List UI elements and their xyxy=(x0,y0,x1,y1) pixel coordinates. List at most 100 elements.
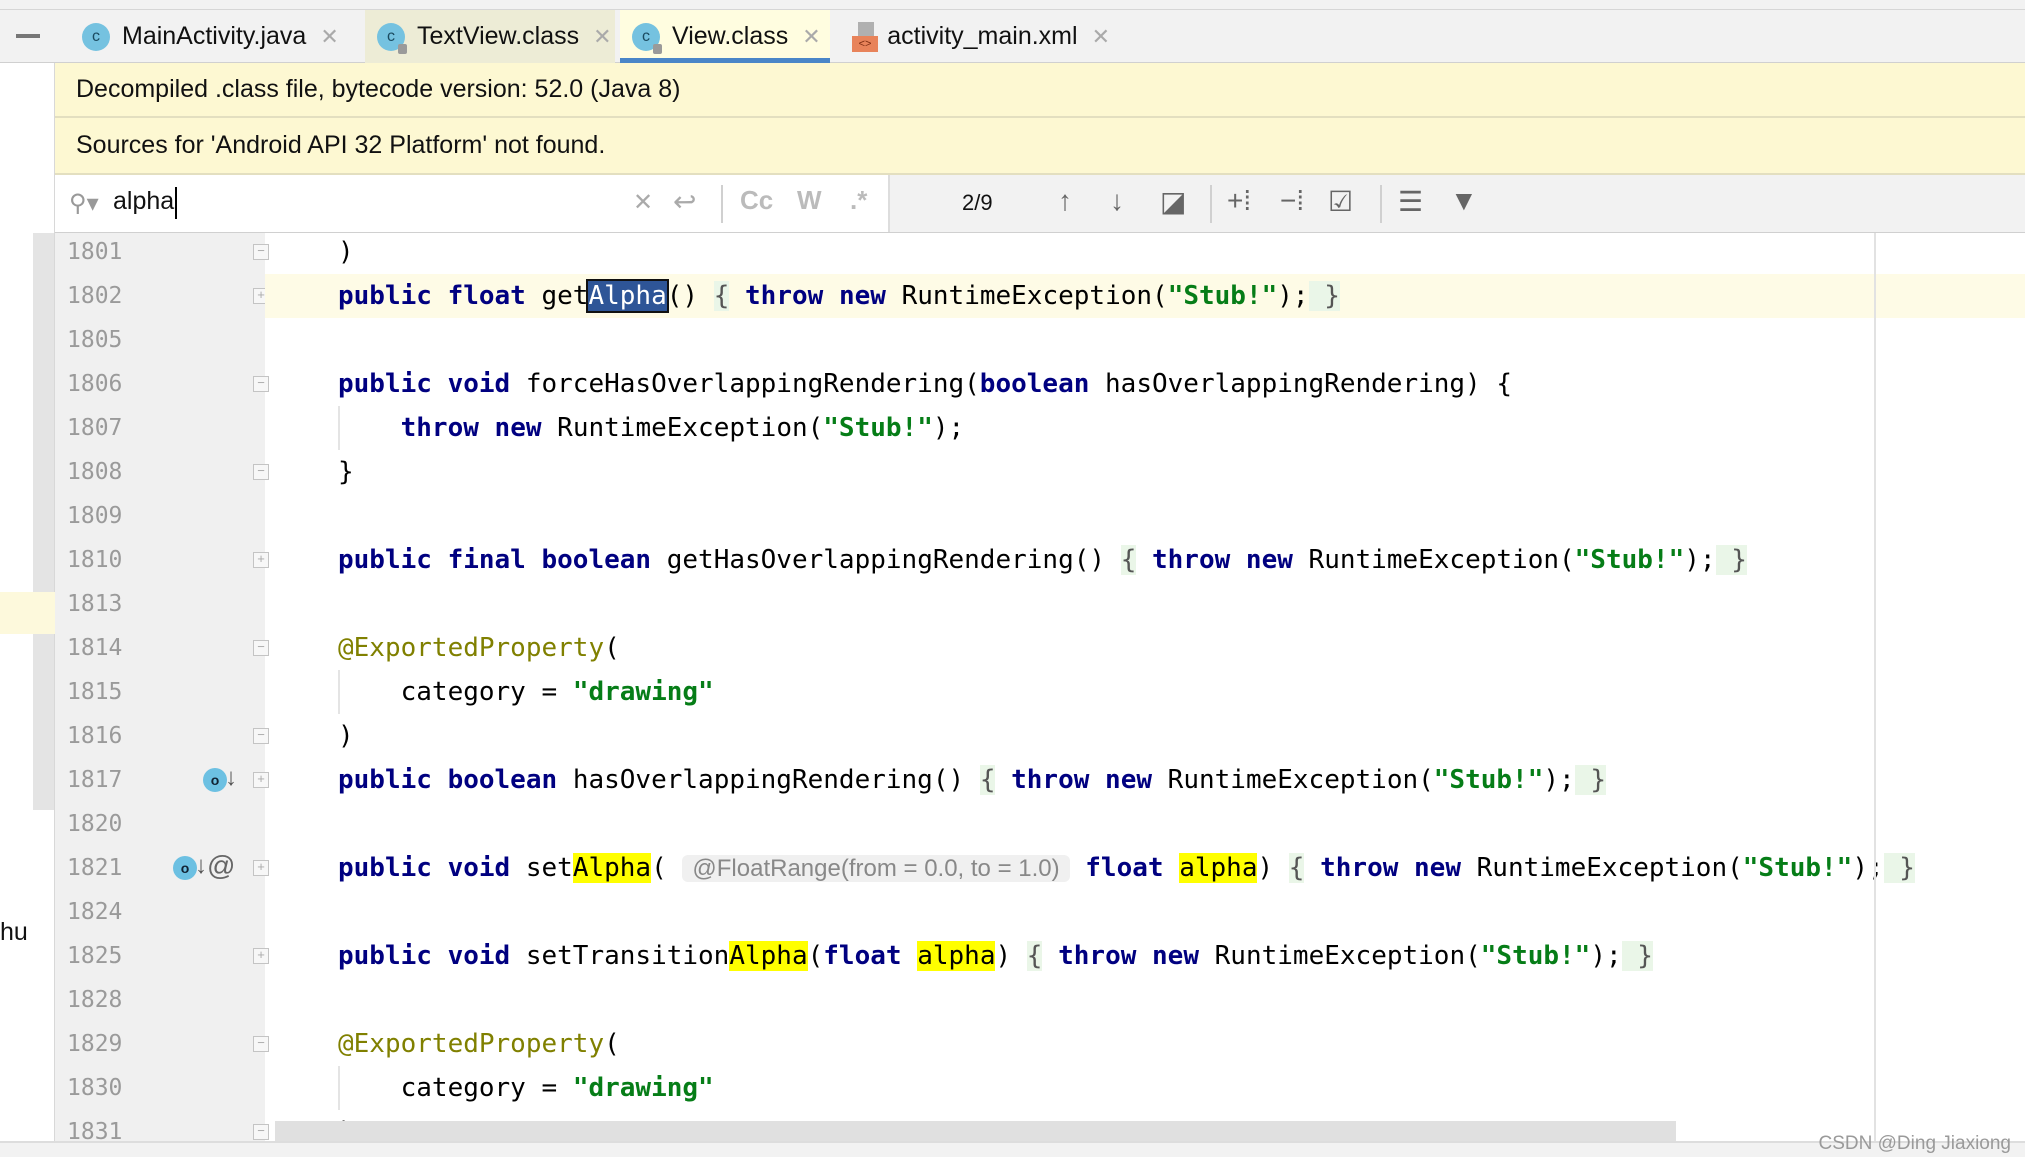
tab-view-class[interactable]: c View.class ✕ xyxy=(620,10,830,63)
filter-icon[interactable]: ▼ xyxy=(1450,185,1478,217)
clear-icon[interactable]: ✕ xyxy=(633,188,653,217)
line-number[interactable]: 1830 xyxy=(67,1066,122,1110)
close-icon[interactable]: ✕ xyxy=(320,24,338,50)
code-line[interactable]: @ExportedProperty( xyxy=(265,626,2025,670)
tab-label: activity_main.xml xyxy=(887,22,1078,50)
line-number[interactable]: 1810 xyxy=(67,538,122,582)
annotation: @ExportedProperty xyxy=(338,633,605,663)
code-line[interactable]: public final boolean getHasOverlappingRe… xyxy=(265,538,2025,582)
override-icon[interactable]: o xyxy=(203,768,227,792)
code-line[interactable]: public void setAlpha( @FloatRange(from =… xyxy=(265,846,2025,890)
next-occurrence-icon[interactable]: ↓ xyxy=(1110,185,1124,217)
filter-options-icon[interactable]: ☰ xyxy=(1398,185,1423,218)
search-icon[interactable]: ⚲▾ xyxy=(69,189,99,218)
arrow-down-icon: ↓ xyxy=(195,852,207,879)
match-case-button[interactable]: Cc xyxy=(740,185,773,216)
match-count: 2/9 xyxy=(962,190,993,215)
folded-brace: } xyxy=(1308,281,1340,311)
code-line[interactable]: public boolean hasOverlappingRendering()… xyxy=(265,758,2025,802)
horizontal-scrollbar[interactable] xyxy=(275,1121,1676,1141)
words-button[interactable]: W xyxy=(797,185,822,216)
code-text: () xyxy=(666,281,714,311)
collapse-icon[interactable] xyxy=(16,34,40,38)
code-editor[interactable]: ) public float getAlpha() { throw new Run… xyxy=(265,230,2025,1141)
line-number[interactable]: 1802 xyxy=(67,274,122,318)
add-selection-icon[interactable]: +⁞ xyxy=(1227,185,1251,217)
search-query[interactable]: alpha xyxy=(113,187,178,219)
line-number[interactable]: 1805 xyxy=(67,318,122,362)
code-line[interactable]: public void forceHasOverlappingRendering… xyxy=(265,362,2025,406)
class-icon: c xyxy=(82,22,110,51)
code-text: hasOverlappingRendering() xyxy=(572,765,980,795)
code-text: ( xyxy=(807,941,824,971)
code-line[interactable]: ) xyxy=(265,714,2025,758)
code-text: ); xyxy=(1277,281,1309,311)
editor-gutter[interactable]: 1801−1802 +1805 1806−1807 1808−1809 1810 +181… xyxy=(55,230,269,1145)
keyword: float xyxy=(823,941,918,971)
code-line[interactable] xyxy=(265,494,2025,538)
select-all-occurrences-icon[interactable]: ☑ xyxy=(1328,185,1353,218)
tab-mainactivity-java[interactable]: c MainActivity.java ✕ xyxy=(70,10,355,63)
line-number[interactable]: 1828 xyxy=(67,978,122,1022)
annotation-icon[interactable]: @ xyxy=(207,850,235,882)
keyword: throw new xyxy=(745,281,902,311)
string-literal: "Stub!" xyxy=(1480,941,1591,971)
line-number[interactable]: 1814 xyxy=(67,626,122,670)
search-input[interactable]: ⚲▾ alpha ✕ ↩ Cc W .* xyxy=(55,175,890,232)
code-text: getHasOverlappingRendering() xyxy=(666,545,1121,575)
keyword: throw new xyxy=(1152,545,1309,575)
keyword: throw new xyxy=(1320,853,1477,883)
line-number[interactable]: 1801 xyxy=(67,230,122,274)
line-number[interactable]: 1807 xyxy=(67,406,122,450)
code-line[interactable]: public float getAlpha() { throw new Runt… xyxy=(265,274,2025,318)
keyword: throw new xyxy=(1058,941,1215,971)
watermark: CSDN @Ding Jiaxiong xyxy=(1818,1133,2011,1154)
code-text: ( xyxy=(651,853,683,883)
remove-selection-icon[interactable]: −⁞ xyxy=(1280,185,1304,217)
override-icon[interactable]: o xyxy=(173,856,197,880)
code-text: category = xyxy=(338,677,573,707)
string-literal: "Stub!" xyxy=(1574,545,1685,575)
code-line[interactable]: category = "drawing" xyxy=(265,670,2025,714)
line-number[interactable]: 1820 xyxy=(67,802,122,846)
code-line[interactable] xyxy=(265,582,2025,626)
code-text: ( xyxy=(604,1029,620,1059)
code-line[interactable]: ) xyxy=(265,230,2025,274)
line-number[interactable]: 1809 xyxy=(67,494,122,538)
code-text: forceHasOverlappingRendering( xyxy=(525,369,980,399)
code-line[interactable] xyxy=(265,890,2025,934)
code-line[interactable] xyxy=(265,318,2025,362)
code-line[interactable]: category = "drawing" xyxy=(265,1066,2025,1110)
regex-button[interactable]: .* xyxy=(850,185,867,216)
string-literal: "Stub!" xyxy=(1167,281,1278,311)
tab-activity-main-xml[interactable]: <> activity_main.xml ✕ xyxy=(840,10,1110,63)
new-line-icon[interactable]: ↩ xyxy=(673,185,696,218)
line-number[interactable]: 1813 xyxy=(67,582,122,626)
annotation: @ExportedProperty xyxy=(338,1029,605,1059)
line-number[interactable]: 1824 xyxy=(67,890,122,934)
code-line[interactable]: public void setTransitionAlpha(float alp… xyxy=(265,934,2025,978)
keyword: throw new xyxy=(1011,765,1168,795)
line-number[interactable]: 1825 xyxy=(67,934,122,978)
open-in-window-icon[interactable]: ◪ xyxy=(1160,185,1186,218)
tab-textview-class[interactable]: c TextView.class ✕ xyxy=(365,10,615,63)
line-number[interactable]: 1815 xyxy=(67,670,122,714)
close-icon[interactable]: ✕ xyxy=(802,24,820,50)
line-number[interactable]: 1806 xyxy=(67,362,122,406)
class-locked-icon: c xyxy=(632,22,662,54)
code-line[interactable]: @ExportedProperty( xyxy=(265,1022,2025,1066)
close-icon[interactable]: ✕ xyxy=(1092,24,1110,50)
code-line[interactable]: throw new RuntimeException("Stub!"); xyxy=(265,406,2025,450)
code-line[interactable] xyxy=(265,978,2025,1022)
line-number[interactable]: 1808 xyxy=(67,450,122,494)
left-panel-scrollbar[interactable] xyxy=(33,233,54,810)
close-icon[interactable]: ✕ xyxy=(593,24,611,50)
line-number[interactable]: 1816 xyxy=(67,714,122,758)
code-text: ) xyxy=(338,721,354,751)
code-line[interactable] xyxy=(265,802,2025,846)
line-number[interactable]: 1821 xyxy=(67,846,122,890)
code-line[interactable]: } xyxy=(265,450,2025,494)
previous-occurrence-icon[interactable]: ↑ xyxy=(1058,185,1072,217)
line-number[interactable]: 1817 xyxy=(67,758,122,802)
line-number[interactable]: 1829 xyxy=(67,1022,122,1066)
